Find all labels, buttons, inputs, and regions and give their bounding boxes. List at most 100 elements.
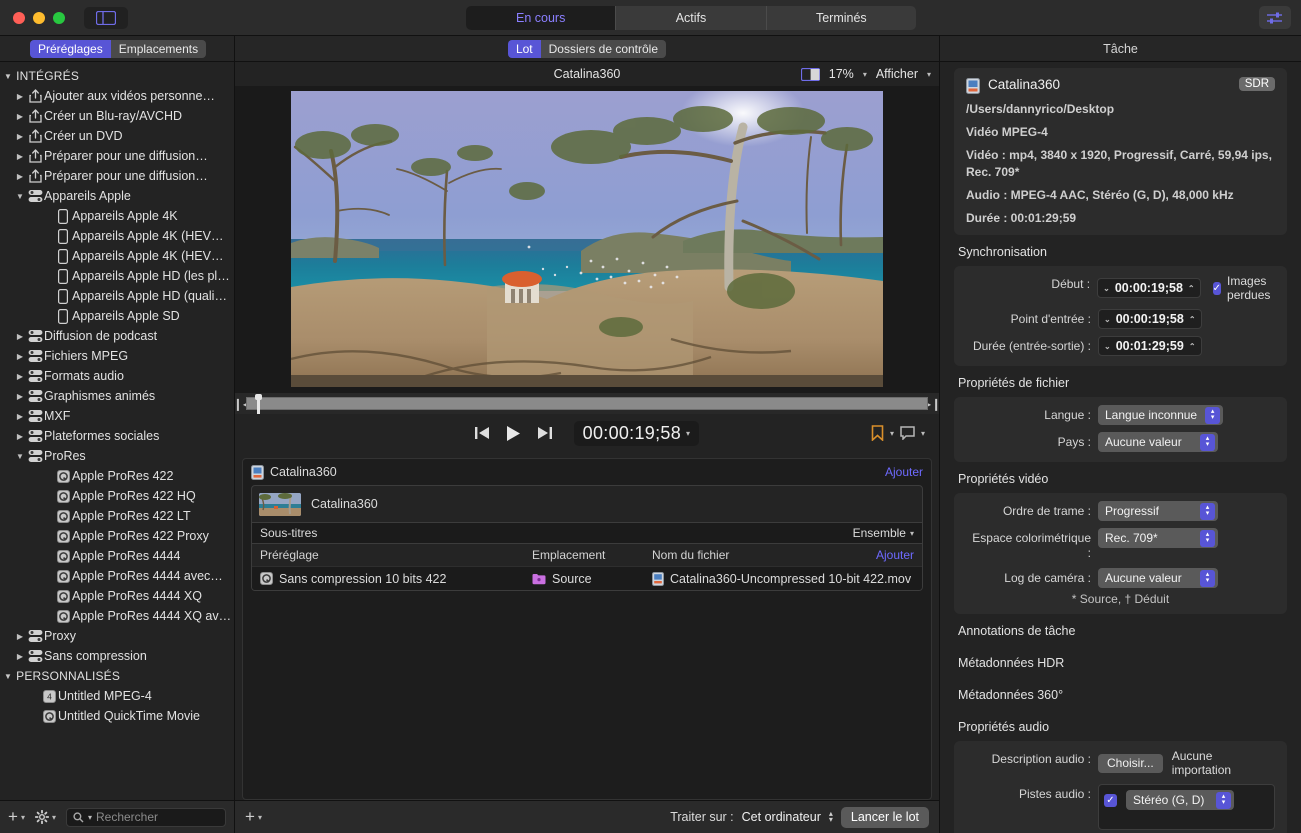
timecode-display[interactable]: 00:00:19;58 ▾ bbox=[574, 421, 700, 446]
field-order-popup[interactable]: Progressif ▴▾ bbox=[1098, 501, 1218, 521]
sidebar-item-appareils-apple[interactable]: ▼Appareils Apple bbox=[0, 186, 234, 206]
section-hdr-metadata[interactable]: Métadonnées HDR bbox=[958, 656, 1301, 670]
disclosure-triangle-icon[interactable]: ▶ bbox=[14, 412, 26, 421]
sidebar-item-apple-prores-422-proxy[interactable]: Apple ProRes 422 Proxy bbox=[0, 526, 234, 546]
audio-tracks-list[interactable]: ✓ Stéréo (G, D) ▴▾ bbox=[1098, 784, 1275, 830]
job-add-link[interactable]: Ajouter bbox=[885, 465, 923, 479]
section-360-metadata[interactable]: Métadonnées 360° bbox=[958, 688, 1301, 702]
sidebar-item-pr-parer-pour-une-diffusion[interactable]: ▶Préparer pour une diffusion… bbox=[0, 146, 234, 166]
inspector-scroll[interactable]: Catalina360 SDR /Users/dannyrico/Desktop… bbox=[940, 62, 1301, 833]
tab-actifs[interactable]: Actifs bbox=[616, 6, 766, 30]
disclosure-triangle-icon[interactable]: ▶ bbox=[14, 632, 26, 641]
minimize-button[interactable] bbox=[33, 12, 45, 24]
sidebar-item-appareils-apple-4k-hev[interactable]: Appareils Apple 4K (HEV… bbox=[0, 226, 234, 246]
sidebar-item-apple-prores-4444[interactable]: Apple ProRes 4444 bbox=[0, 546, 234, 566]
sidebar-item-plateformes-sociales[interactable]: ▶Plateformes sociales bbox=[0, 426, 234, 446]
zoom-chevron-down-icon[interactable]: ▾ bbox=[863, 70, 867, 79]
skip-back-icon[interactable] bbox=[475, 426, 490, 440]
subtitles-value[interactable]: Ensemble bbox=[853, 526, 906, 540]
drop-frame-checkbox[interactable]: ✓ Images perdues bbox=[1213, 274, 1275, 302]
sidebar-item-proxy[interactable]: ▶Proxy bbox=[0, 626, 234, 646]
sidebar-item-apple-prores-422-lt[interactable]: Apple ProRes 422 LT bbox=[0, 506, 234, 526]
bookmark-chevron-down-icon[interactable]: ▾ bbox=[890, 429, 894, 438]
sidebar-item-cr-er-un-dvd[interactable]: ▶Créer un DVD bbox=[0, 126, 234, 146]
sidebar-item-appareils-apple-hd-quali[interactable]: Appareils Apple HD (quali… bbox=[0, 286, 234, 306]
window-controls[interactable] bbox=[0, 12, 65, 24]
disclosure-triangle-icon[interactable]: ▼ bbox=[14, 452, 26, 461]
subtitles-chevron-down-icon[interactable]: ▾ bbox=[910, 529, 914, 538]
sidebar-item-mxf[interactable]: ▶MXF bbox=[0, 406, 234, 426]
segment-lot[interactable]: Lot bbox=[508, 40, 541, 58]
process-on-value[interactable]: Cet ordinateur bbox=[742, 810, 821, 824]
disclosure-triangle-icon[interactable]: ▼ bbox=[4, 672, 12, 681]
start-field[interactable]: ⌄00:00:19;58⌃ bbox=[1097, 278, 1201, 298]
zoom-button[interactable] bbox=[53, 12, 65, 24]
duration-field[interactable]: ⌄00:01:29;59⌃ bbox=[1098, 336, 1202, 356]
sidebar-item-apple-prores-422-hq[interactable]: Apple ProRes 422 HQ bbox=[0, 486, 234, 506]
camera-log-popup[interactable]: Aucune valeur ▴▾ bbox=[1098, 568, 1218, 588]
start-batch-button[interactable]: Lancer le lot bbox=[841, 807, 929, 828]
sidebar-item-appareils-apple-4k[interactable]: Appareils Apple 4K bbox=[0, 206, 234, 226]
disclosure-triangle-icon[interactable]: ▼ bbox=[14, 192, 26, 201]
disclosure-triangle-icon[interactable]: ▶ bbox=[14, 132, 26, 141]
audio-track-popup[interactable]: Stéréo (G, D) ▴▾ bbox=[1126, 790, 1234, 810]
playhead-handle[interactable] bbox=[255, 394, 262, 414]
display-menu[interactable]: Afficher bbox=[876, 67, 918, 81]
sidebar-item-apple-prores-422[interactable]: Apple ProRes 422 bbox=[0, 466, 234, 486]
sidebar-toggle-icon[interactable] bbox=[84, 7, 128, 29]
out-point-icon[interactable]: ▶❙ bbox=[928, 397, 935, 411]
disclosure-triangle-icon[interactable]: ▶ bbox=[14, 152, 26, 161]
sidebar-item-apple-prores-4444-xq[interactable]: Apple ProRes 4444 XQ bbox=[0, 586, 234, 606]
caption-chevron-down-icon[interactable]: ▾ bbox=[921, 429, 925, 438]
skip-forward-icon[interactable] bbox=[537, 426, 552, 440]
subtitles-row[interactable]: Sous-titres Ensemble ▾ bbox=[252, 522, 922, 544]
disclosure-triangle-icon[interactable]: ▶ bbox=[14, 92, 26, 101]
zoom-level[interactable]: 17% bbox=[829, 67, 854, 81]
add-job-button[interactable]: +▾ bbox=[245, 810, 262, 824]
sidebar-group-header[interactable]: ▼PERSONNALISÉS bbox=[0, 666, 234, 686]
batch-mode-segmented[interactable]: Lot Dossiers de contrôle bbox=[508, 40, 666, 58]
sidebar-item-ajouter-aux-vid-os-personne[interactable]: ▶Ajouter aux vidéos personne… bbox=[0, 86, 234, 106]
sidebar-item-fichiers-mpeg[interactable]: ▶Fichiers MPEG bbox=[0, 346, 234, 366]
job-card[interactable]: Catalina360 Sous-titres Ensemble ▾ Préré… bbox=[251, 485, 923, 591]
disclosure-triangle-icon[interactable]: ▶ bbox=[14, 392, 26, 401]
sliders-icon[interactable] bbox=[1259, 6, 1291, 29]
section-job-annotations[interactable]: Annotations de tâche bbox=[958, 624, 1301, 638]
segment-emplacements[interactable]: Emplacements bbox=[111, 40, 206, 58]
display-chevron-down-icon[interactable]: ▾ bbox=[927, 70, 931, 79]
tab-termines[interactable]: Terminés bbox=[767, 6, 916, 30]
sidebar-item-formats-audio[interactable]: ▶Formats audio bbox=[0, 366, 234, 386]
caption-icon[interactable] bbox=[900, 426, 915, 440]
play-icon[interactable] bbox=[506, 425, 521, 442]
disclosure-triangle-icon[interactable]: ▶ bbox=[14, 372, 26, 381]
country-popup[interactable]: Aucune valeur ▴▾ bbox=[1098, 432, 1218, 452]
batch-job-list[interactable]: Catalina360 Ajouter bbox=[242, 458, 932, 800]
segment-prereglages[interactable]: Préréglages bbox=[30, 40, 111, 58]
scrub-track[interactable] bbox=[246, 397, 928, 410]
language-popup[interactable]: Langue inconnue ▴▾ bbox=[1098, 405, 1223, 425]
sidebar-item-sans-compression[interactable]: ▶Sans compression bbox=[0, 646, 234, 666]
table-row[interactable]: Sans compression 10 bits 422 Source bbox=[252, 566, 922, 590]
output-add-link[interactable]: Ajouter bbox=[876, 548, 914, 562]
disclosure-triangle-icon[interactable]: ▶ bbox=[14, 352, 26, 361]
segment-dossiers-de-controle[interactable]: Dossiers de contrôle bbox=[541, 40, 666, 58]
sidebar-item-untitled-mpeg-4[interactable]: 4Untitled MPEG-4 bbox=[0, 686, 234, 706]
sidebar-item-diffusion-de-podcast[interactable]: ▶Diffusion de podcast bbox=[0, 326, 234, 346]
disclosure-triangle-icon[interactable]: ▶ bbox=[14, 332, 26, 341]
preview-viewer[interactable] bbox=[235, 86, 939, 392]
sidebar-item-prores[interactable]: ▼ProRes bbox=[0, 446, 234, 466]
in-point-icon[interactable]: ❙◀ bbox=[239, 397, 246, 411]
disclosure-triangle-icon[interactable]: ▶ bbox=[14, 112, 26, 121]
checkbox-icon[interactable]: ✓ bbox=[1213, 282, 1221, 295]
sidebar-item-apple-prores-4444-avec[interactable]: Apple ProRes 4444 avec… bbox=[0, 566, 234, 586]
bookmark-icon[interactable] bbox=[871, 425, 884, 441]
source-row[interactable]: Catalina360 bbox=[252, 486, 922, 522]
search-scope-chevron-down-icon[interactable]: ▾ bbox=[88, 813, 92, 822]
choose-audio-button[interactable]: Choisir... bbox=[1098, 754, 1163, 773]
close-button[interactable] bbox=[13, 12, 25, 24]
in-point-field[interactable]: ⌄00:00:19;58⌃ bbox=[1098, 309, 1202, 329]
timecode-chevron-down-icon[interactable]: ▾ bbox=[686, 429, 690, 438]
process-on-stepper[interactable]: ▴▾ bbox=[829, 811, 833, 823]
sidebar-mode-segmented[interactable]: Préréglages Emplacements bbox=[30, 40, 206, 58]
sidebar-item-untitled-quicktime-movie[interactable]: Untitled QuickTime Movie bbox=[0, 706, 234, 726]
